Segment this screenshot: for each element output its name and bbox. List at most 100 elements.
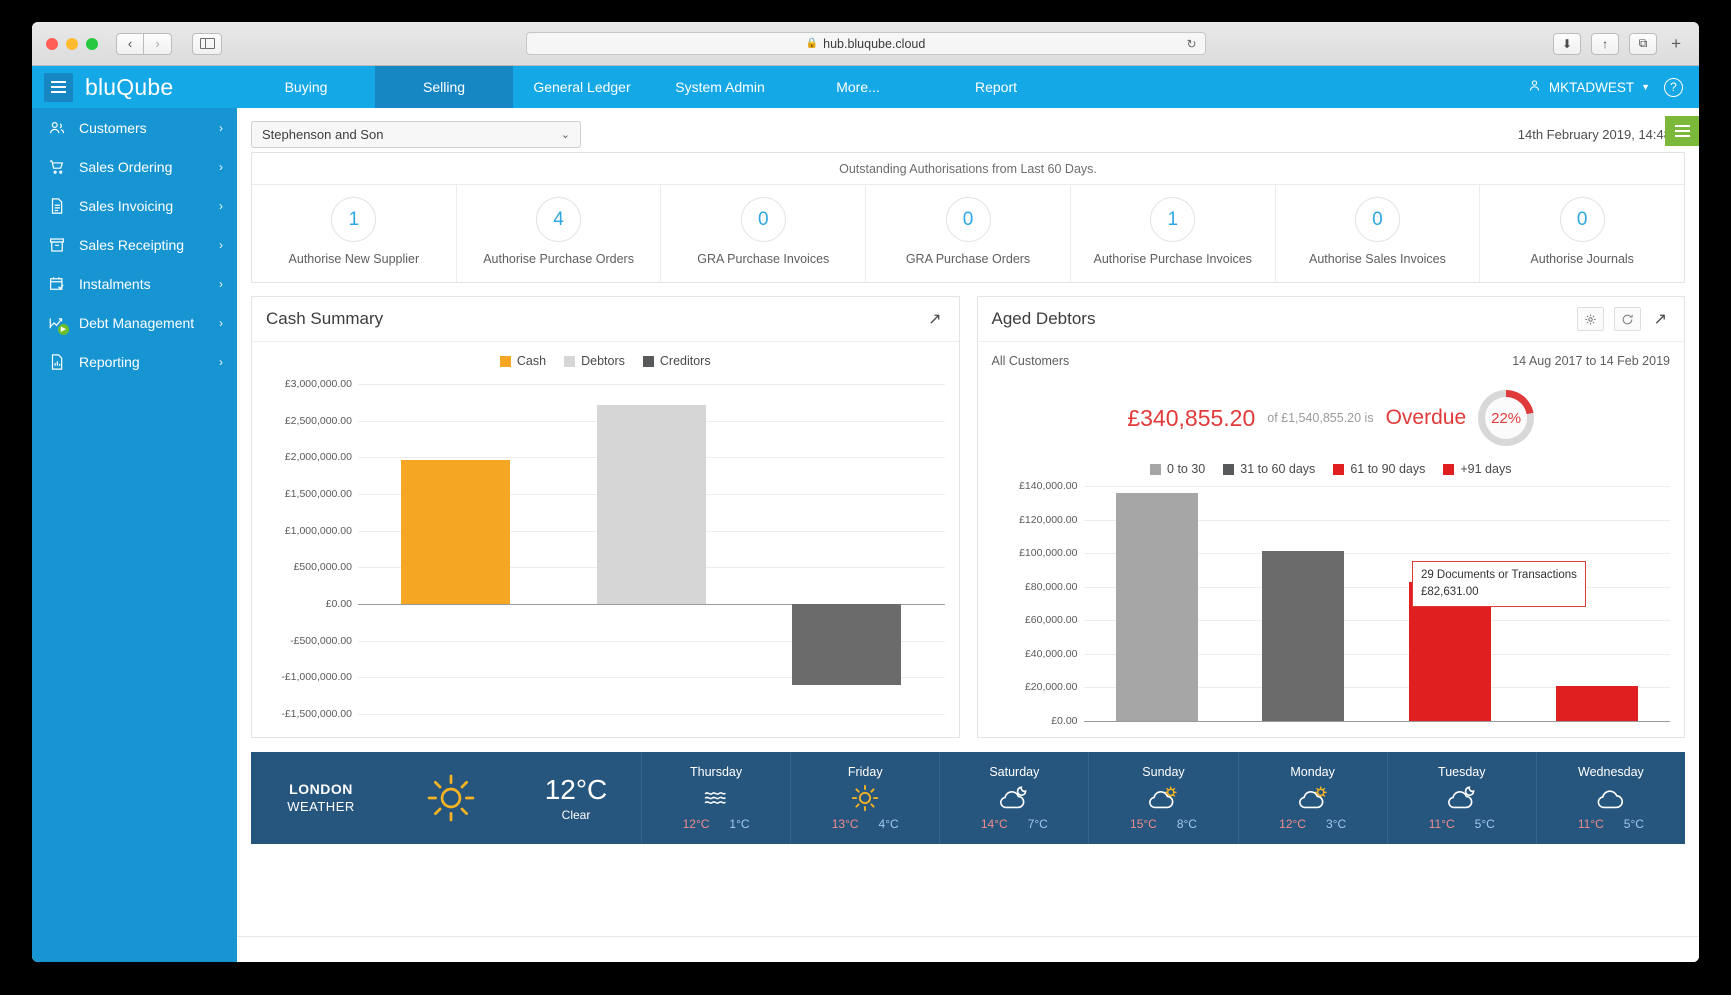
auth-count: 0 bbox=[945, 197, 991, 242]
legend-item-61-to-90-days[interactable]: 61 to 90 days bbox=[1333, 462, 1425, 476]
bar-column-creditors bbox=[749, 384, 945, 714]
weather-day-temps: 12°C 1°C bbox=[683, 817, 750, 831]
sidebar-item-reporting[interactable]: Reporting › bbox=[32, 342, 237, 381]
legend-item-cash[interactable]: Cash bbox=[499, 354, 546, 368]
forward-icon[interactable]: › bbox=[144, 32, 172, 55]
address-bar[interactable]: 🔒 hub.bluqube.cloud ↻ bbox=[525, 32, 1206, 55]
weather-day-high: 12°C bbox=[1279, 817, 1306, 831]
help-icon[interactable]: ? bbox=[1664, 77, 1683, 97]
browser-window: ‹ › 🔒 hub.bluqube.cloud ↻ ⬇ ↑ ⧉ + bluQub… bbox=[32, 22, 1699, 962]
auth-card-authorise-purchase-orders[interactable]: 4 Authorise Purchase Orders bbox=[455, 185, 661, 282]
navigation-buttons[interactable]: ‹ › bbox=[116, 32, 172, 55]
share-icon[interactable]: ↑ bbox=[1591, 32, 1620, 55]
aged-debtors-body: All Customers 14 Aug 2017 to 14 Feb 2019… bbox=[978, 342, 1685, 737]
new-feature-badge-icon: ▶ bbox=[58, 323, 69, 335]
company-select[interactable]: Stephenson and Son ⌄ bbox=[251, 120, 581, 148]
download-icon[interactable]: ⬇ bbox=[1553, 32, 1582, 55]
tab-more[interactable]: More... bbox=[789, 66, 927, 108]
expand-icon[interactable]: ↗ bbox=[925, 309, 944, 329]
trend-chart-icon: ▶ bbox=[48, 314, 69, 335]
bar-plus-91[interactable] bbox=[1555, 686, 1638, 721]
sidebar-item-sales-invoicing[interactable]: Sales Invoicing › bbox=[32, 186, 237, 225]
auth-card-authorise-purchase-invoices[interactable]: 1 Authorise Purchase Invoices bbox=[1069, 185, 1275, 282]
auth-card-authorise-sales-invoices[interactable]: 0 Authorise Sales Invoices bbox=[1274, 185, 1480, 282]
weather-day-high: 12°C bbox=[682, 817, 710, 831]
overdue-total: of £1,540,855.20 is bbox=[1267, 411, 1374, 425]
y-tick: -£1,500,000.00 bbox=[281, 708, 352, 720]
legend-item-0-to-30[interactable]: 0 to 30 bbox=[1150, 462, 1205, 476]
y-tick: £100,000.00 bbox=[1019, 547, 1078, 560]
chevron-right-icon: › bbox=[219, 354, 223, 369]
tab-general-ledger[interactable]: General Ledger bbox=[513, 66, 651, 108]
weather-widget: LONDON WEATHER 12°C Clear Thursday 12°C … bbox=[251, 752, 1685, 844]
legend-label: 0 to 30 bbox=[1167, 462, 1206, 476]
legend-item-plus-91-days[interactable]: +91 days bbox=[1443, 462, 1511, 476]
legend-swatch bbox=[1223, 463, 1235, 475]
auth-card-gra-purchase-invoices[interactable]: 0 GRA Purchase Invoices bbox=[660, 185, 865, 282]
tab-system-admin[interactable]: System Admin bbox=[651, 66, 789, 108]
tooltip-line-2: £82,631.00 bbox=[1420, 585, 1479, 598]
bar-column-cash bbox=[358, 384, 554, 714]
window-controls[interactable] bbox=[46, 37, 98, 50]
chevron-right-icon: › bbox=[219, 159, 223, 174]
weather-day-high: 11°C bbox=[1428, 817, 1455, 831]
legend-item-creditors[interactable]: Creditors bbox=[642, 354, 711, 368]
refresh-icon[interactable] bbox=[1613, 307, 1641, 331]
weather-day-tuesday: Tuesday 11°C 5°C bbox=[1386, 752, 1536, 844]
maximize-window-button[interactable] bbox=[86, 37, 98, 50]
y-tick: £500,000.00 bbox=[293, 561, 352, 574]
sun-icon bbox=[850, 784, 880, 812]
y-tick: £120,000.00 bbox=[1019, 513, 1078, 526]
weather-day-high: 15°C bbox=[1130, 817, 1157, 831]
weather-day-low: 4°C bbox=[878, 817, 899, 831]
close-window-button[interactable] bbox=[46, 37, 58, 50]
legend-swatch bbox=[1333, 463, 1345, 475]
gear-icon[interactable] bbox=[1576, 307, 1604, 331]
legend-swatch bbox=[564, 355, 576, 367]
auth-count: 1 bbox=[331, 197, 377, 242]
tabs-overview-icon[interactable]: ⧉ bbox=[1629, 32, 1658, 55]
calendar-check-icon bbox=[48, 275, 66, 293]
reload-icon[interactable]: ↻ bbox=[1186, 37, 1196, 51]
weather-day-temps: 11°C 5°C bbox=[1578, 817, 1644, 831]
overdue-amount: £340,855.20 bbox=[1127, 404, 1256, 431]
bar-debtors[interactable] bbox=[596, 405, 706, 604]
sidebar-item-label: Reporting bbox=[79, 353, 140, 370]
auth-card-gra-purchase-orders[interactable]: 0 GRA Purchase Orders bbox=[865, 185, 1070, 282]
tab-buying[interactable]: Buying bbox=[237, 66, 375, 108]
new-tab-icon[interactable]: + bbox=[1667, 34, 1685, 54]
bar-cash[interactable] bbox=[401, 460, 511, 604]
legend-swatch bbox=[499, 355, 511, 367]
weather-current-readout: 12°C Clear bbox=[511, 774, 641, 822]
sidebar-toggle-icon[interactable] bbox=[192, 32, 222, 55]
bar-0-to-30[interactable] bbox=[1115, 492, 1198, 721]
tab-report[interactable]: Report bbox=[927, 66, 1065, 108]
dashboard-menu-button[interactable] bbox=[1665, 116, 1699, 146]
auth-label: Authorise New Supplier bbox=[288, 252, 420, 266]
minimize-window-button[interactable] bbox=[66, 37, 78, 50]
user-name: MKTADWEST bbox=[1548, 79, 1635, 95]
menu-toggle-icon[interactable] bbox=[44, 72, 73, 102]
tab-selling[interactable]: Selling bbox=[375, 66, 513, 108]
legend-item-31-to-60-days[interactable]: 31 to 60 days bbox=[1223, 462, 1315, 476]
aged-debtors-legend: 0 to 30 31 to 60 days 61 to 90 days +91 … bbox=[992, 462, 1671, 476]
bar-creditors[interactable] bbox=[792, 603, 902, 685]
bar-31-to-60[interactable] bbox=[1262, 551, 1345, 721]
sidebar-item-sales-ordering[interactable]: Sales Ordering › bbox=[32, 147, 237, 186]
auth-card-authorise-journals[interactable]: 0 Authorise Journals bbox=[1479, 185, 1684, 282]
auth-card-authorise-new-supplier[interactable]: 1 Authorise New Supplier bbox=[252, 185, 456, 282]
auth-label: Authorise Purchase Invoices bbox=[1093, 252, 1252, 266]
y-tick: -£1,000,000.00 bbox=[281, 671, 352, 684]
back-icon[interactable]: ‹ bbox=[116, 32, 144, 55]
user-menu[interactable]: MKTADWEST ▼ bbox=[1527, 78, 1650, 96]
cash-summary-y-axis: £3,000,000.00 £2,500,000.00 £2,000,000.0… bbox=[266, 378, 358, 720]
sidebar-item-debt-management[interactable]: ▶ Debt Management › bbox=[32, 303, 237, 342]
expand-icon[interactable]: ↗ bbox=[1651, 309, 1670, 329]
legend-label: Creditors bbox=[659, 354, 711, 368]
sidebar-item-customers[interactable]: Customers › bbox=[32, 108, 237, 147]
legend-item-debtors[interactable]: Debtors bbox=[564, 354, 625, 368]
sidebar-item-sales-receipting[interactable]: Sales Receipting › bbox=[32, 225, 237, 264]
sidebar-item-instalments[interactable]: Instalments › bbox=[32, 264, 237, 303]
weather-day-temps: 15°C 8°C bbox=[1130, 817, 1197, 831]
dashboard-cards: Cash Summary ↗ Cash Debtors Creditors £3… bbox=[251, 296, 1685, 738]
